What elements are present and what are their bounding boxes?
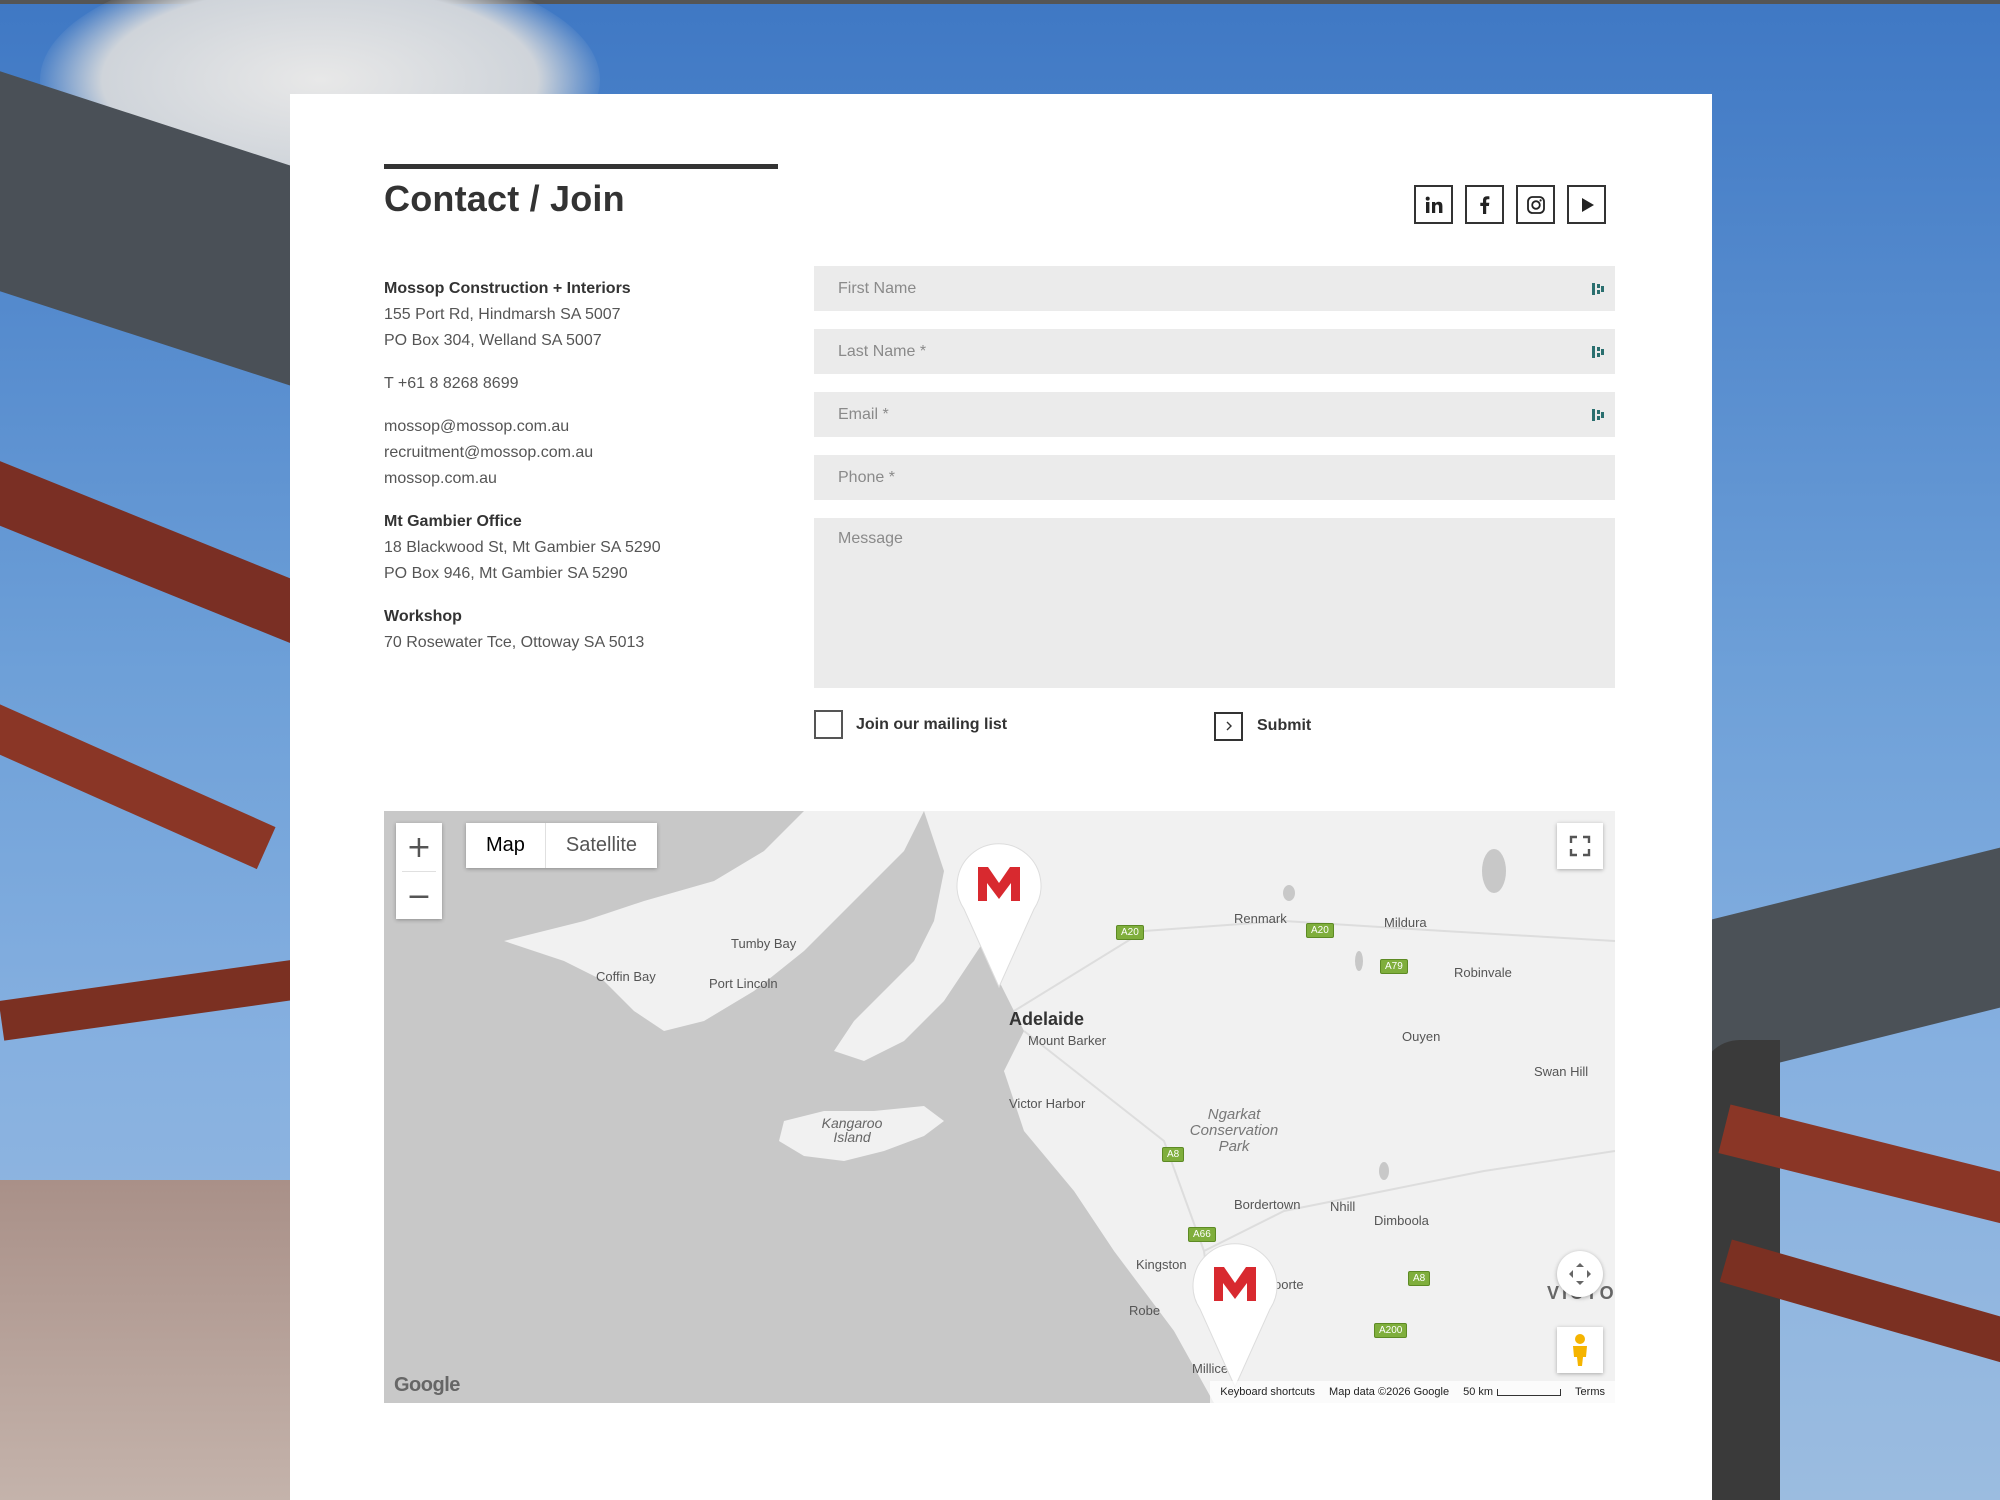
place-label: Adelaide — [1009, 1009, 1085, 1029]
form-footer: Join our mailing list Submit — [814, 706, 1615, 746]
road-shield: A8 — [1162, 1147, 1185, 1162]
place-label: Nhill — [1330, 1199, 1356, 1214]
zoom-control: + − — [396, 823, 442, 919]
map-marker-mt-gambier[interactable] — [1190, 1239, 1280, 1389]
road-shield: A8 — [1408, 1271, 1431, 1286]
workshop-address: 70 Rosewater Tce, Ottoway SA 5013 — [384, 634, 645, 651]
submit-button[interactable]: Submit — [1214, 706, 1311, 746]
place-label: Kingston — [1136, 1257, 1187, 1272]
phone-input[interactable] — [814, 455, 1615, 500]
map-marker-adelaide[interactable] — [954, 839, 1044, 989]
pegman-icon — [1573, 1334, 1587, 1366]
camera-move-icon — [1569, 1263, 1591, 1285]
facebook-button[interactable] — [1465, 185, 1504, 224]
camera-control-button[interactable] — [1557, 1251, 1603, 1297]
google-logo: Google — [394, 1374, 460, 1396]
linkedin-icon — [1425, 196, 1442, 213]
mt-gambier-address: 18 Blackwood St, Mt Gambier SA 5290 — [384, 539, 661, 556]
place-label: Robe — [1129, 1303, 1161, 1318]
place-label: Robinvale — [1454, 965, 1512, 980]
facebook-icon — [1479, 195, 1489, 214]
autofill-key-icon[interactable] — [1591, 344, 1605, 360]
submit-box — [1214, 711, 1243, 741]
email-link-recruitment[interactable]: recruitment@mossop.com.au — [384, 440, 784, 466]
place-label: Tumby Bay — [731, 936, 797, 951]
zoom-out-button[interactable]: − — [396, 872, 442, 920]
map-scale-label: 50 km — [1463, 1386, 1494, 1398]
instagram-button[interactable] — [1516, 185, 1555, 224]
place-label: Mildura — [1384, 915, 1427, 930]
company-name: Mossop Construction + Interiors — [384, 280, 631, 297]
submit-label: Submit — [1257, 717, 1312, 734]
map-type-control: Map Satellite — [466, 823, 658, 868]
contact-card: Contact / Join Mossop Construction + Int… — [290, 94, 1712, 1500]
title-rule — [384, 164, 778, 169]
zoom-in-button[interactable]: + — [396, 823, 442, 871]
last-name-input[interactable] — [814, 329, 1615, 374]
street-view-pegman[interactable] — [1557, 1327, 1603, 1373]
map-data-credit: Map data ©2026 Google — [1329, 1386, 1450, 1398]
head-office-address: 155 Port Rd, Hindmarsh SA 5007 — [384, 306, 621, 323]
phone-field-wrap — [814, 455, 1615, 500]
map-type-satellite-button[interactable]: Satellite — [544, 823, 657, 868]
place-label: Mount Barker — [1028, 1033, 1107, 1048]
map-attribution: Keyboard shortcuts Map data ©2026 Google… — [1210, 1381, 1615, 1403]
phone-number[interactable]: T +61 8 8268 8699 — [384, 371, 784, 397]
youtube-button[interactable] — [1567, 185, 1606, 224]
road-shield: A20 — [1306, 923, 1334, 938]
first-name-field-wrap — [814, 266, 1615, 311]
map-scale: 50 km — [1463, 1386, 1562, 1398]
google-map[interactable]: Tumby Bay Coffin Bay Port Lincoln Adelai… — [384, 811, 1615, 1403]
contact-form: Join our mailing list Submit — [814, 266, 1615, 746]
message-field-wrap — [814, 518, 1615, 688]
mailing-list-checkbox[interactable] — [814, 710, 843, 739]
last-name-field-wrap — [814, 329, 1615, 374]
email-link-general[interactable]: mossop@mossop.com.au — [384, 414, 784, 440]
road-shield: A20 — [1116, 925, 1144, 940]
fullscreen-icon — [1569, 835, 1591, 857]
linkedin-button[interactable] — [1414, 185, 1453, 224]
message-textarea[interactable] — [814, 518, 1615, 688]
mt-gambier-po-box: PO Box 946, Mt Gambier SA 5290 — [384, 565, 628, 582]
place-label: Swan Hill — [1534, 1064, 1589, 1079]
instagram-icon — [1526, 195, 1545, 214]
keyboard-shortcuts-link[interactable]: Keyboard shortcuts — [1220, 1386, 1315, 1398]
youtube-play-icon — [1581, 197, 1594, 212]
contact-details: Mossop Construction + Interiors 155 Port… — [384, 276, 784, 673]
email-input[interactable] — [814, 392, 1615, 437]
page-title: Contact / Join — [384, 178, 625, 219]
email-field-wrap — [814, 392, 1615, 437]
website-link[interactable]: mossop.com.au — [384, 466, 784, 492]
road-shield: A79 — [1380, 959, 1408, 974]
fullscreen-button[interactable] — [1557, 823, 1603, 869]
place-label: Bordertown — [1234, 1197, 1301, 1212]
mt-gambier-heading: Mt Gambier Office — [384, 513, 522, 530]
place-label: Ngarkat Conservation Park — [1189, 1106, 1279, 1155]
place-label: Coffin Bay — [596, 969, 656, 984]
mailing-list-label[interactable]: Join our mailing list — [856, 716, 1007, 734]
workshop-heading: Workshop — [384, 608, 462, 625]
place-label: Kangaroo Island — [821, 1115, 883, 1145]
place-label: Dimboola — [1374, 1213, 1429, 1228]
autofill-key-icon[interactable] — [1591, 407, 1605, 423]
place-label: Ouyen — [1402, 1029, 1441, 1044]
terms-link[interactable]: Terms — [1575, 1386, 1605, 1398]
road-shield: A200 — [1374, 1323, 1408, 1338]
place-label: Victor Harbor — [1009, 1096, 1086, 1111]
place-label: Port Lincoln — [709, 976, 778, 991]
head-office-po-box: PO Box 304, Welland SA 5007 — [384, 332, 602, 349]
autofill-key-icon[interactable] — [1591, 281, 1605, 297]
place-label: Renmark — [1234, 911, 1287, 926]
first-name-input[interactable] — [814, 266, 1615, 311]
chevron-right-icon — [1226, 721, 1232, 731]
social-links — [1414, 185, 1606, 224]
map-type-map-button[interactable]: Map — [466, 823, 545, 868]
